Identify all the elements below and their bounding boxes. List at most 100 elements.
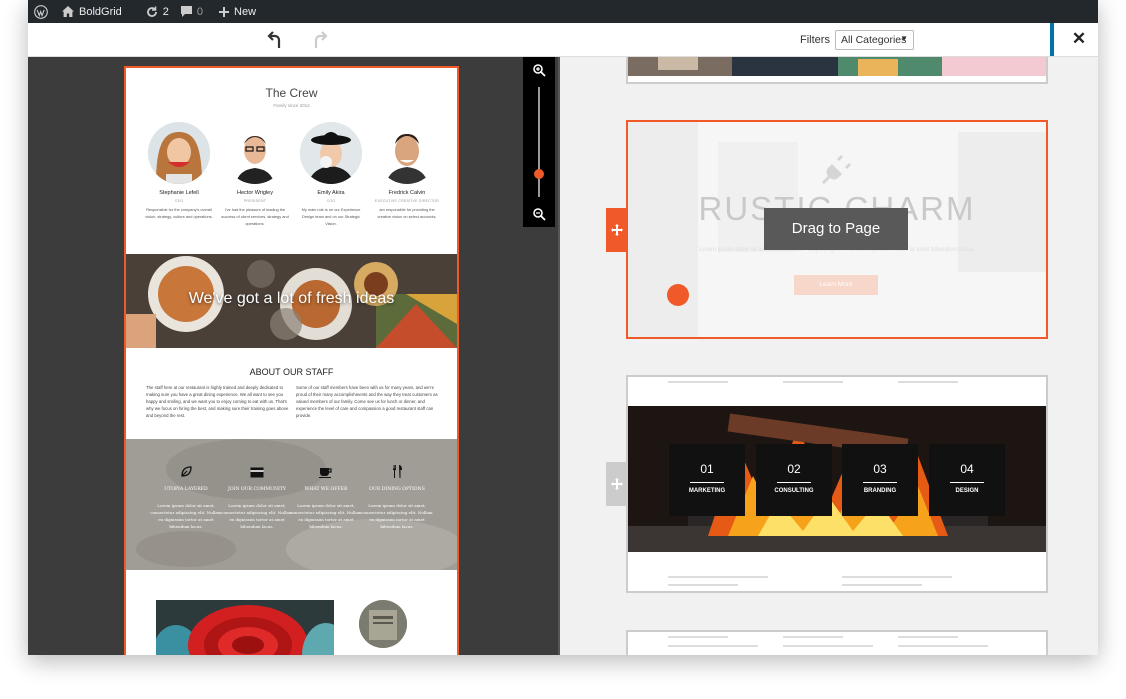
member-bio: Responsible for the company's overall vi… — [145, 207, 213, 219]
service-item: JOIN OUR COMMUNITY Lorem ipsum dolor sit… — [221, 465, 293, 530]
placeholder-text-row — [628, 583, 1046, 587]
zoom-control — [523, 57, 555, 227]
zoom-out-button[interactable] — [532, 207, 546, 221]
badge-image — [359, 600, 407, 648]
editor-toolbar: Filters All Categories ▼ ✕ — [28, 23, 1098, 57]
member-role: PRESIDENT — [243, 199, 267, 203]
avatar — [224, 122, 286, 184]
member-bio: am responsible for providing the creativ… — [377, 207, 437, 219]
service-item: WHAT WE OFFER Lorem ipsum dolor sit amet… — [290, 465, 362, 530]
block-thumbnail — [628, 57, 1046, 82]
service-item: OUR DINING OPTIONS Lorem ipsum dolor sit… — [361, 465, 433, 530]
redo-icon — [314, 31, 328, 48]
member-name: Hector Wrigley — [237, 190, 273, 196]
plug-icon — [821, 154, 852, 185]
service-label: BRANDING — [863, 488, 897, 494]
member-bio: My main role is on our Experience Design… — [301, 207, 361, 226]
move-icon — [611, 478, 623, 490]
service-title: UTOPIA LAYERED — [164, 487, 208, 492]
service-text: Lorem ipsum dolor sit amet, consectetur … — [150, 503, 222, 529]
service-box: 04 DESIGN — [929, 444, 1005, 516]
block-card[interactable] — [626, 57, 1048, 84]
member-role: COO — [326, 199, 336, 203]
service-title: WHAT WE OFFER — [304, 487, 348, 492]
home-icon — [62, 6, 74, 17]
service-label: MARKETING — [688, 488, 726, 494]
block-card[interactable] — [626, 630, 1048, 655]
placeholder-text-row — [628, 635, 1046, 639]
placeholder-text-row — [628, 380, 1046, 384]
zoom-slider-handle[interactable] — [534, 169, 544, 179]
member-bio: I've had the pleasure of leading the suc… — [221, 207, 289, 226]
block-card-selected[interactable]: RUSTIC CHARM Lorem ipsum dolor sit amet,… — [626, 120, 1048, 339]
filters-label: Filters — [800, 34, 830, 46]
drag-to-page-button[interactable]: Drag to Page — [764, 208, 908, 250]
service-number: 01 — [700, 462, 714, 476]
card-icon — [250, 467, 264, 478]
crew-subtitle: Family since 2012 — [273, 103, 310, 108]
close-button[interactable]: ✕ — [1068, 28, 1090, 50]
placeholder-text-row — [628, 575, 1046, 579]
app-window: BoldGrid 2 0 New Filters All Categories … — [28, 0, 1098, 655]
crew-title: The Crew — [265, 86, 318, 100]
site-name-link[interactable]: BoldGrid — [54, 0, 128, 23]
utensils-icon — [393, 465, 402, 478]
undo-icon — [267, 31, 281, 48]
crew-member: Stephanie Lefell CEO Responsible for the… — [144, 122, 214, 220]
service-text: Lorem ipsum dolor sit amet, consectetur … — [361, 503, 433, 529]
site-name: BoldGrid — [79, 5, 122, 18]
category-selected-value: All Categories — [841, 34, 907, 46]
block-library-panel: RUSTIC CHARM Lorem ipsum dolor sit amet,… — [560, 57, 1098, 655]
leaf-icon — [181, 466, 192, 477]
services-section: UTOPIA LAYERED Lorem ipsum dolor sit ame… — [126, 439, 457, 570]
zoom-in-button[interactable] — [532, 63, 546, 77]
banner-text: We've got a lot of fresh ideas — [188, 290, 395, 307]
service-number: 04 — [960, 462, 974, 476]
service-title: JOIN OUR COMMUNITY — [228, 487, 286, 492]
service-label: CONSULTING — [774, 488, 814, 494]
zoom-slider-track[interactable] — [538, 87, 540, 197]
zoom-in-icon — [533, 64, 546, 77]
wordpress-logo-button[interactable] — [28, 0, 54, 23]
about-title: ABOUT OUR STAFF — [249, 367, 334, 377]
wordpress-icon — [34, 4, 48, 19]
member-role: EXECUTIVE CREATIVE DIRECTOR — [374, 199, 440, 203]
service-item: UTOPIA LAYERED Lorem ipsum dolor sit ame… — [150, 465, 222, 530]
move-icon — [611, 224, 623, 236]
undo-button[interactable] — [264, 29, 288, 51]
service-box: 01 MARKETING — [669, 444, 745, 516]
dishes-image — [156, 600, 334, 655]
about-text-right: Some of our staff members have been with… — [296, 385, 438, 418]
learn-more-button: Learn More — [794, 275, 878, 295]
caret-down-icon: ▼ — [900, 34, 908, 43]
fire-image: 01 MARKETING 02 CONSULTING 03 BRANDING 0… — [628, 406, 1046, 552]
drag-handle[interactable] — [606, 462, 628, 506]
service-number: 02 — [787, 462, 801, 476]
avatar — [300, 122, 362, 184]
member-name: Fredrick Calvin — [388, 190, 426, 196]
zoom-out-icon — [533, 208, 546, 221]
member-role: CEO — [174, 199, 184, 203]
service-box: 03 BRANDING — [842, 444, 918, 516]
updates-link[interactable]: 2 — [128, 0, 175, 23]
new-content-link[interactable]: New — [209, 0, 262, 23]
drag-handle[interactable] — [606, 208, 628, 252]
updates-icon — [146, 6, 157, 17]
crew-member: Fredrick Calvin EXECUTIVE CREATIVE DIREC… — [372, 122, 442, 220]
comments-link[interactable]: 0 — [175, 0, 209, 23]
service-box: 02 CONSULTING — [756, 444, 832, 516]
crew-member: Hector Wrigley PRESIDENT I've had the pl… — [220, 122, 290, 227]
avatar — [376, 122, 438, 184]
redo-button[interactable] — [307, 29, 331, 51]
member-name: Emily Akira — [317, 190, 345, 196]
avatar — [148, 122, 210, 184]
page-preview-panel: The Crew Family since 2012 Stephanie Lef… — [28, 57, 561, 655]
category-filter-select[interactable]: All Categories ▼ — [835, 30, 914, 50]
block-card[interactable]: 01 MARKETING 02 CONSULTING 03 BRANDING 0… — [626, 375, 1048, 593]
food-banner: We've got a lot of fresh ideas — [126, 254, 457, 348]
crew-member: Emily Akira COO My main role is on our E… — [296, 122, 366, 227]
service-text: Lorem ipsum dolor sit amet, consectetur … — [290, 503, 362, 529]
cup-icon — [319, 468, 332, 478]
plus-icon — [219, 6, 230, 17]
service-text: Lorem ipsum dolor sit amet, consectetur … — [221, 503, 293, 529]
